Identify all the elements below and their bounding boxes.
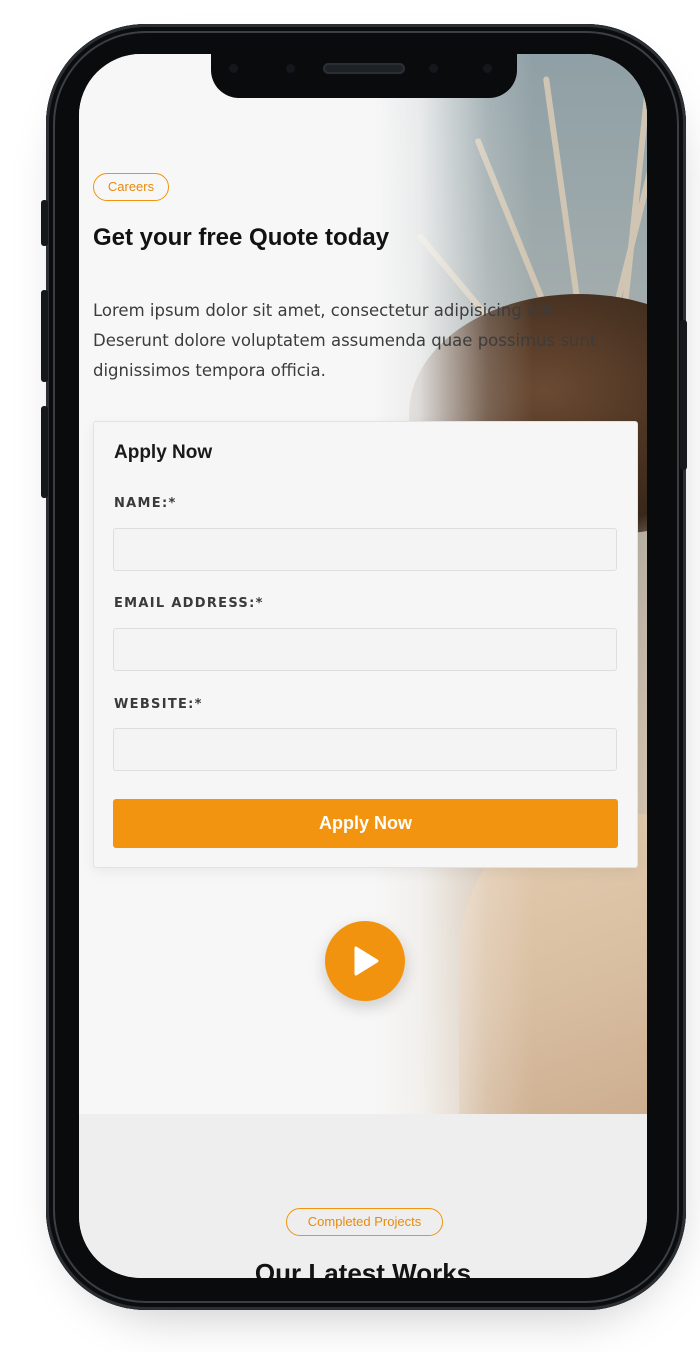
name-label: NAME:* xyxy=(114,496,177,511)
apply-form-card: Apply Now NAME:* EMAIL ADDRESS:* WEBSITE… xyxy=(93,421,638,868)
website-label: WEBSITE:* xyxy=(114,697,203,712)
speaker-grille xyxy=(323,63,405,74)
form-title: Apply Now xyxy=(114,442,213,463)
phone-screen: Careers Get your free Quote today Lorem … xyxy=(79,54,647,1278)
side-button-mute xyxy=(41,200,48,246)
side-button-power xyxy=(680,320,687,470)
video-play-button[interactable] xyxy=(325,921,405,1001)
side-button-volume-up xyxy=(41,290,48,382)
page-title: Get your free Quote today xyxy=(93,224,390,251)
website-field[interactable] xyxy=(113,728,617,771)
completed-projects-badge: Completed Projects xyxy=(286,1208,443,1236)
name-field[interactable] xyxy=(113,528,617,571)
email-field[interactable] xyxy=(113,628,617,671)
side-button-volume-down xyxy=(41,406,48,498)
email-label: EMAIL ADDRESS:* xyxy=(114,596,264,611)
phone-notch xyxy=(211,54,517,98)
section-title: Our Latest Works xyxy=(254,1258,472,1278)
careers-badge: Careers xyxy=(93,173,169,201)
apply-now-button[interactable]: Apply Now xyxy=(113,799,618,848)
hero-description: Lorem ipsum dolor sit amet, consectetur … xyxy=(93,301,597,380)
play-icon xyxy=(354,946,379,976)
